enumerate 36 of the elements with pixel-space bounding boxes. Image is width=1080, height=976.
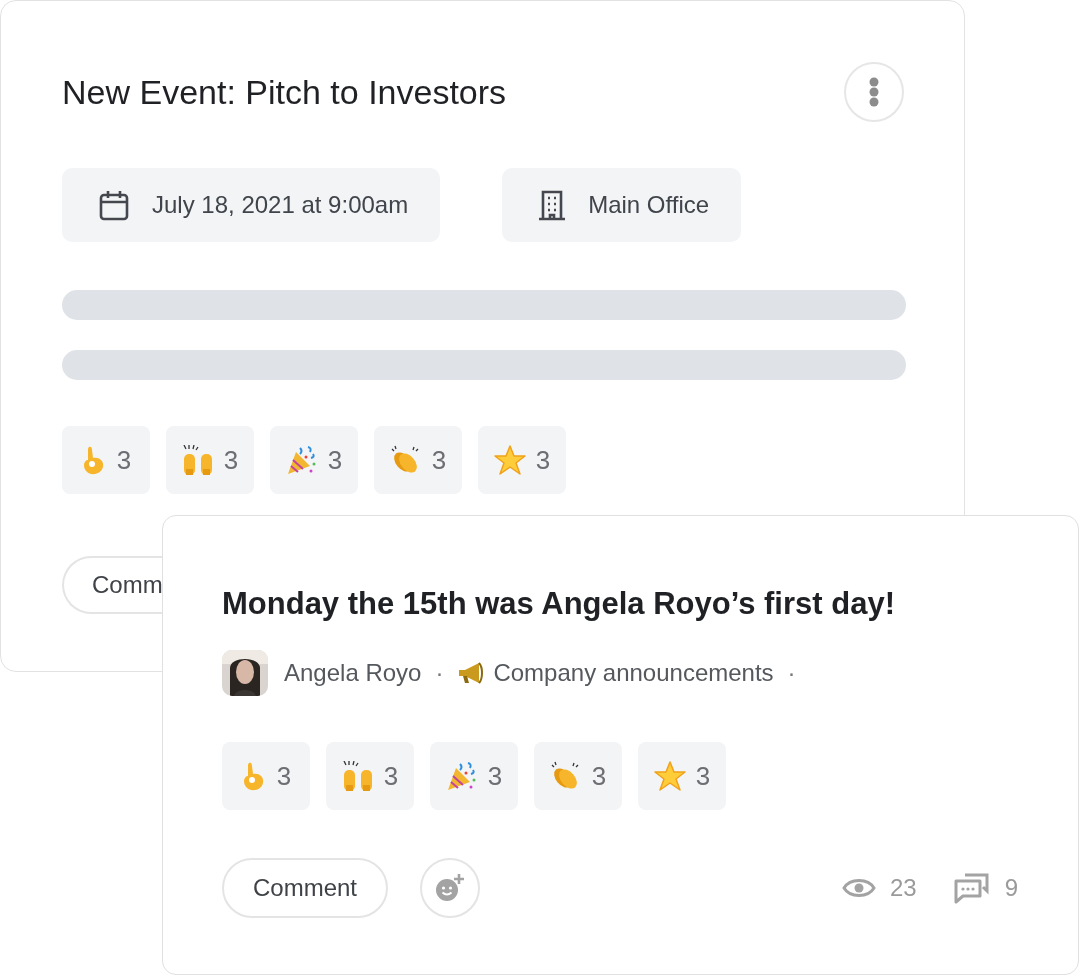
- reaction-button[interactable]: 3: [166, 426, 254, 494]
- post-title: Monday the 15th was Angela Royo’s first day!: [222, 585, 896, 623]
- star-icon: [653, 761, 686, 791]
- star-icon: [493, 445, 526, 475]
- party-popper-icon: [445, 760, 478, 792]
- detail-label: July 18, 2021 at 9:00am: [152, 191, 409, 219]
- megaphone-icon: [457, 661, 486, 685]
- more-options-button[interactable]: [844, 62, 904, 122]
- more-icon: [869, 77, 879, 107]
- raised-hands-icon: [341, 761, 374, 791]
- reaction-button[interactable]: 3: [478, 426, 566, 494]
- channel-name[interactable]: Company announcements: [493, 659, 774, 687]
- reaction-button[interactable]: 3: [430, 742, 518, 810]
- reaction-button[interactable]: 3: [222, 742, 310, 810]
- view-count: 23: [889, 874, 917, 902]
- author-name[interactable]: Angela Royo: [284, 659, 422, 687]
- building-icon: [538, 189, 567, 221]
- comment-count: 9: [1004, 874, 1018, 902]
- add-emoji-icon: [434, 872, 467, 904]
- separator-dot: ·: [435, 659, 444, 687]
- eye-icon: [841, 877, 876, 899]
- reaction-button[interactable]: 3: [62, 426, 150, 494]
- comment-button[interactable]: Comment: [222, 858, 389, 918]
- separator-dot: ·: [787, 659, 796, 687]
- reaction-button[interactable]: 3: [270, 426, 358, 494]
- event-title: New Event: Pitch to Investors: [62, 72, 507, 112]
- calendar-icon: [98, 189, 130, 221]
- reaction-button[interactable]: 3: [638, 742, 726, 810]
- party-popper-icon: [285, 444, 318, 476]
- reaction-button[interactable]: 3: [374, 426, 462, 494]
- reaction-button[interactable]: 3: [534, 742, 622, 810]
- reaction-button[interactable]: 3: [326, 742, 414, 810]
- raised-hands-icon: [181, 445, 214, 475]
- comments-icon: [952, 871, 991, 905]
- comment-button[interactable]: Comm: [62, 556, 162, 614]
- detail-label: Main Office: [588, 191, 710, 219]
